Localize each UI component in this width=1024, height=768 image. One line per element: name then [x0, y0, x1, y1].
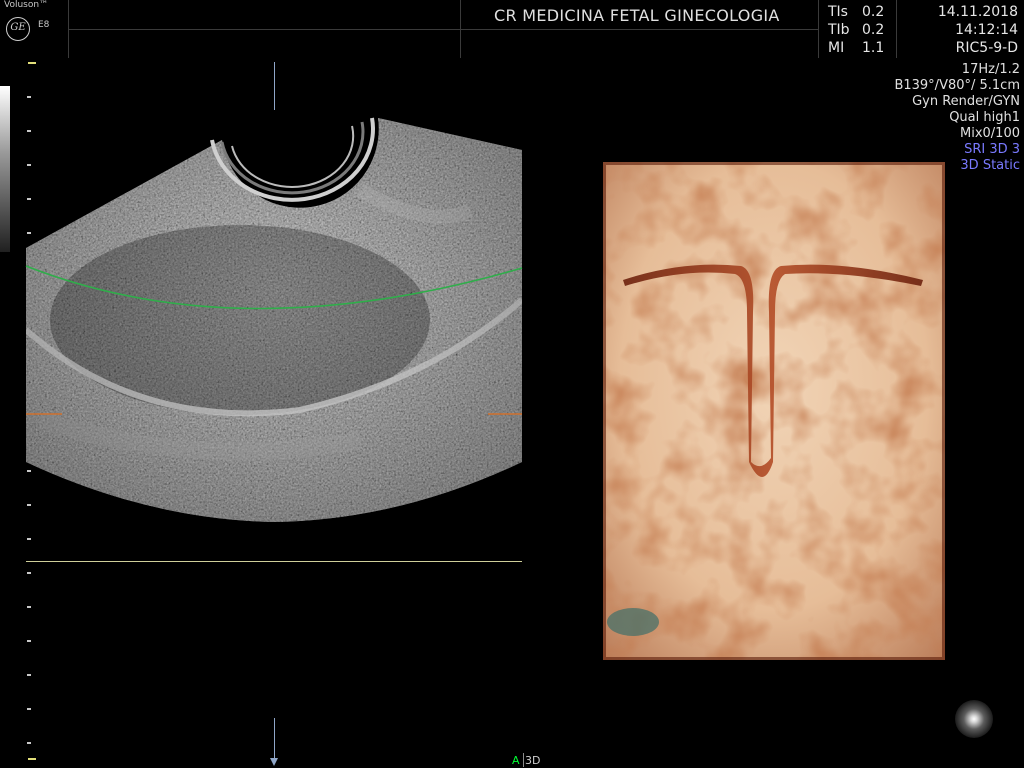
center-marker-bottom: [274, 718, 275, 762]
3d-render-view: [603, 162, 945, 660]
view-a-label[interactable]: A: [512, 754, 520, 767]
center-arrow-icon: [270, 758, 278, 766]
roi-baseline[interactable]: [26, 561, 522, 562]
view-3d-label[interactable]: 3D: [525, 754, 540, 767]
trackball-indicator-icon: [955, 700, 993, 738]
center-marker-top: [274, 62, 275, 110]
footer-divider: [523, 753, 524, 767]
